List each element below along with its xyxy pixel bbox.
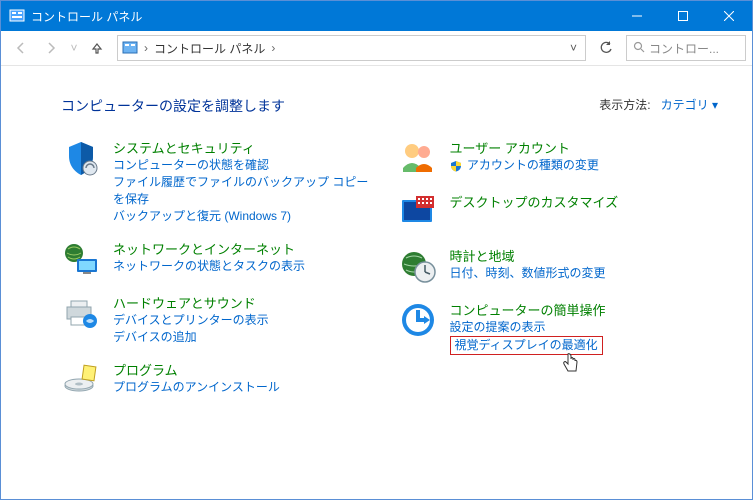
category-hardware: ハードウェアとサウンド デバイスとプリンターの表示 デバイスの追加 xyxy=(59,293,378,346)
search-placeholder: コントロー... xyxy=(649,40,719,57)
task-link-optimize-display[interactable]: 視覚ディスプレイの最適化 xyxy=(455,338,598,352)
cursor-pointer-icon xyxy=(562,353,580,376)
window-title: コントロール パネル xyxy=(31,8,614,25)
category-link[interactable]: ユーザー アカウント xyxy=(450,138,599,157)
history-dropdown-icon[interactable]: ˅ xyxy=(67,41,81,55)
task-link[interactable]: バックアップと復元 (Windows 7) xyxy=(113,208,378,225)
page-heading: コンピューターの設定を調整します xyxy=(61,96,692,116)
minimize-button[interactable] xyxy=(614,1,660,31)
navigation-bar: ˅ › コントロール パネル › ˅ コントロー... xyxy=(1,31,752,66)
category-link[interactable]: プログラム xyxy=(113,360,280,379)
maximize-button[interactable] xyxy=(660,1,706,31)
category-link[interactable]: ネットワークとインターネット xyxy=(113,239,305,258)
category-network: ネットワークとインターネット ネットワークの状態とタスクの表示 xyxy=(59,239,378,279)
right-column: ユーザー アカウント アカウントの種類の変更 デスクトップのカスタマイズ xyxy=(396,138,715,414)
close-button[interactable] xyxy=(706,1,752,31)
category-link[interactable]: ハードウェアとサウンド xyxy=(113,293,269,312)
breadcrumb-item[interactable]: コントロール パネル xyxy=(154,40,265,57)
uac-shield-icon xyxy=(450,160,462,172)
programs-icon xyxy=(59,360,103,400)
control-panel-icon xyxy=(122,40,138,56)
task-link[interactable]: 日付、時刻、数値形式の変更 xyxy=(450,265,606,282)
user-accounts-icon xyxy=(396,138,440,178)
viewby-label: 表示方法: xyxy=(599,98,650,112)
task-link[interactable]: デバイスとプリンターの表示 xyxy=(113,312,269,329)
up-button[interactable] xyxy=(83,34,111,62)
task-link[interactable]: デバイスの追加 xyxy=(113,329,269,346)
appearance-icon xyxy=(396,192,440,232)
network-icon xyxy=(59,239,103,279)
category-user-accounts: ユーザー アカウント アカウントの種類の変更 xyxy=(396,138,715,178)
window-controls xyxy=(614,1,752,31)
breadcrumb-sep[interactable]: › xyxy=(271,41,275,55)
clock-icon xyxy=(396,246,440,286)
address-bar[interactable]: › コントロール パネル › ˅ xyxy=(117,35,586,61)
back-button[interactable] xyxy=(7,34,35,62)
search-input[interactable]: コントロー... xyxy=(626,35,746,61)
task-link[interactable]: ネットワークの状態とタスクの表示 xyxy=(113,258,305,275)
category-clock-region: 時計と地域 日付、時刻、数値形式の変更 xyxy=(396,246,715,286)
content-area: コンピューターの設定を調整します 表示方法: カテゴリ ▾ システムとセキュリテ… xyxy=(1,66,752,424)
category-appearance: デスクトップのカスタマイズ xyxy=(396,192,715,232)
task-link[interactable]: アカウントの種類の変更 xyxy=(450,157,599,174)
shield-icon xyxy=(59,138,103,178)
ease-of-access-icon xyxy=(396,300,440,340)
category-ease-of-access: コンピューターの簡単操作 設定の提案の表示 視覚ディスプレイの最適化 xyxy=(396,300,715,355)
task-link[interactable]: プログラムのアンインストール xyxy=(113,379,280,396)
category-link[interactable]: システムとセキュリティ xyxy=(113,138,378,157)
task-link[interactable]: 設定の提案の表示 xyxy=(450,319,606,336)
printer-icon xyxy=(59,293,103,333)
category-link[interactable]: コンピューターの簡単操作 xyxy=(450,300,606,319)
refresh-button[interactable] xyxy=(592,34,620,62)
address-dropdown-icon[interactable]: ˅ xyxy=(566,41,581,55)
category-link[interactable]: 時計と地域 xyxy=(450,246,606,265)
category-link[interactable]: デスクトップのカスタマイズ xyxy=(450,192,619,211)
titlebar: コントロール パネル xyxy=(1,1,752,31)
task-link[interactable]: ファイル履歴でファイルのバックアップ コピーを保存 xyxy=(113,174,378,208)
category-programs: プログラム プログラムのアンインストール xyxy=(59,360,378,400)
highlighted-link-box: 視覚ディスプレイの最適化 xyxy=(450,336,603,355)
view-by: 表示方法: カテゴリ ▾ xyxy=(599,96,718,113)
viewby-value[interactable]: カテゴリ ▾ xyxy=(661,98,718,112)
search-icon xyxy=(633,41,645,56)
forward-button[interactable] xyxy=(37,34,65,62)
left-column: システムとセキュリティ コンピューターの状態を確認 ファイル履歴でファイルのバッ… xyxy=(59,138,378,414)
task-link[interactable]: コンピューターの状態を確認 xyxy=(113,157,378,174)
control-panel-icon xyxy=(9,8,25,24)
breadcrumb-sep[interactable]: › xyxy=(144,41,148,55)
category-system-security: システムとセキュリティ コンピューターの状態を確認 ファイル履歴でファイルのバッ… xyxy=(59,138,378,225)
